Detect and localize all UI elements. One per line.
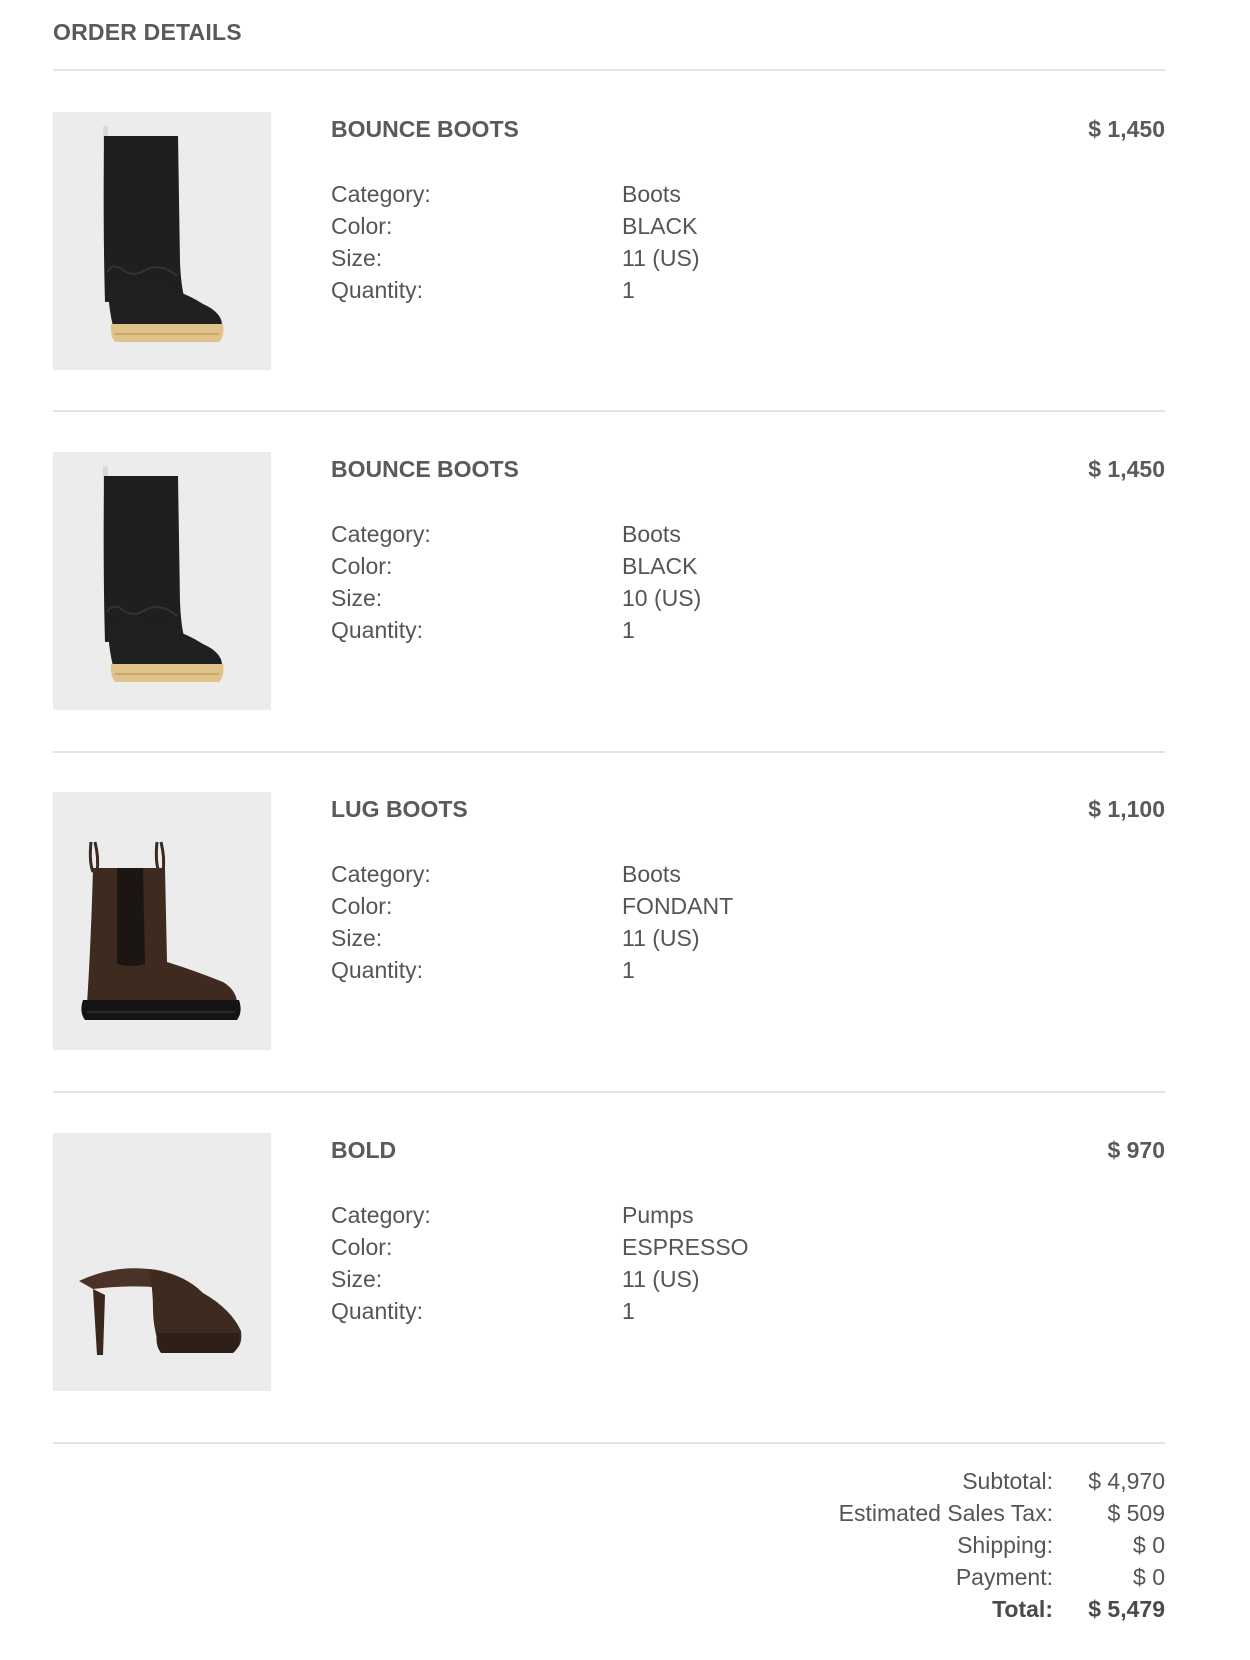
attribute-row: Category: Boots: [331, 518, 931, 550]
order-item: BOUNCE BOOTS $ 1,450 Category: Boots Col…: [53, 112, 1165, 370]
attribute-label: Color:: [331, 1234, 393, 1260]
subtotal-label: Subtotal:: [962, 1468, 1053, 1494]
divider: [53, 410, 1165, 412]
product-price: $ 1,100: [1088, 796, 1165, 822]
attribute-value: 11 (US): [622, 925, 700, 951]
attribute-row: Category: Boots: [331, 858, 931, 890]
shipping-value: $ 0: [1133, 1532, 1165, 1558]
order-item: BOUNCE BOOTS $ 1,450 Category: Boots Col…: [53, 452, 1165, 710]
grand-total-value: $ 5,479: [1088, 1596, 1165, 1622]
attribute-label: Quantity:: [331, 277, 424, 303]
attribute-label: Size:: [331, 925, 383, 951]
tall-black-boot-icon: [103, 126, 224, 342]
sales-tax-row: Estimated Sales Tax: $ 509: [565, 1497, 1165, 1529]
tall-black-boot-icon: [103, 466, 224, 682]
grand-total-label: Total:: [992, 1596, 1053, 1622]
subtotal-row: Subtotal: $ 4,970: [565, 1465, 1165, 1497]
attribute-label: Quantity:: [331, 617, 424, 643]
attribute-value: 1: [622, 957, 635, 983]
attribute-value: 1: [622, 1298, 635, 1324]
sales-tax-label: Estimated Sales Tax:: [838, 1500, 1053, 1526]
product-image[interactable]: [53, 112, 271, 370]
product-attributes: Category: Boots Color: BLACK Size: 10 (U…: [331, 518, 931, 646]
heeled-mule-icon: [79, 1268, 242, 1355]
payment-row: Payment: $ 0: [565, 1561, 1165, 1593]
attribute-row: Quantity: 1: [331, 274, 931, 306]
product-name[interactable]: BOLD: [331, 1137, 396, 1164]
attribute-label: Category:: [331, 181, 431, 207]
attribute-row: Color: BLACK: [331, 550, 931, 582]
divider: [53, 69, 1165, 71]
attribute-label: Color:: [331, 213, 393, 239]
attribute-label: Category:: [331, 1202, 431, 1228]
shipping-row: Shipping: $ 0: [565, 1529, 1165, 1561]
product-name[interactable]: LUG BOOTS: [331, 796, 468, 823]
product-price: $ 970: [1107, 1137, 1165, 1163]
attribute-value: 1: [622, 277, 635, 303]
attribute-label: Color:: [331, 893, 393, 919]
attribute-label: Category:: [331, 521, 431, 547]
divider: [53, 1091, 1165, 1093]
order-details-page: ORDER DETAILS BOUNCE BOOTS $ 1,450 Categ…: [0, 0, 1250, 1660]
payment-value: $ 0: [1133, 1564, 1165, 1590]
attribute-value: 1: [622, 617, 635, 643]
attribute-label: Quantity:: [331, 1298, 424, 1324]
attribute-row: Size: 11 (US): [331, 922, 931, 954]
payment-label: Payment:: [955, 1564, 1053, 1590]
attribute-value: ESPRESSO: [622, 1234, 749, 1260]
attribute-value: 11 (US): [622, 1266, 700, 1292]
section-title: ORDER DETAILS: [53, 19, 242, 45]
product-attributes: Category: Pumps Color: ESPRESSO Size: 11…: [331, 1199, 931, 1327]
attribute-row: Quantity: 1: [331, 954, 931, 986]
attribute-row: Color: FONDANT: [331, 890, 931, 922]
attribute-value: 10 (US): [622, 585, 702, 611]
attribute-row: Color: ESPRESSO: [331, 1231, 931, 1263]
chelsea-boot-icon: [81, 841, 241, 1020]
attribute-value: BLACK: [622, 213, 698, 239]
attribute-value: Boots: [622, 181, 681, 207]
divider: [53, 1442, 1165, 1444]
attribute-value: Boots: [622, 861, 681, 887]
grand-total-row: Total: $ 5,479: [565, 1593, 1165, 1625]
order-item: BOLD $ 970 Category: Pumps Color: ESPRES…: [53, 1133, 1165, 1391]
attribute-value: FONDANT: [622, 893, 734, 919]
attribute-value: BLACK: [622, 553, 698, 579]
attribute-row: Size: 11 (US): [331, 1263, 931, 1295]
attribute-row: Category: Pumps: [331, 1199, 931, 1231]
product-name[interactable]: BOUNCE BOOTS: [331, 456, 519, 483]
sales-tax-value: $ 509: [1107, 1500, 1165, 1526]
attribute-label: Size:: [331, 1266, 383, 1292]
product-image[interactable]: [53, 1133, 271, 1391]
attribute-row: Category: Boots: [331, 178, 931, 210]
product-attributes: Category: Boots Color: FONDANT Size: 11 …: [331, 858, 931, 986]
product-image[interactable]: [53, 792, 271, 1050]
attribute-row: Quantity: 1: [331, 614, 931, 646]
attribute-label: Color:: [331, 553, 393, 579]
shipping-label: Shipping:: [957, 1532, 1053, 1558]
order-totals: Subtotal: $ 4,970 Estimated Sales Tax: $…: [565, 1465, 1165, 1625]
attribute-row: Color: BLACK: [331, 210, 931, 242]
product-price: $ 1,450: [1088, 456, 1165, 482]
attribute-label: Quantity:: [331, 957, 424, 983]
product-price: $ 1,450: [1088, 116, 1165, 142]
attribute-row: Quantity: 1: [331, 1295, 931, 1327]
order-item: LUG BOOTS $ 1,100 Category: Boots Color:…: [53, 792, 1165, 1050]
product-attributes: Category: Boots Color: BLACK Size: 11 (U…: [331, 178, 931, 306]
product-name[interactable]: BOUNCE BOOTS: [331, 116, 519, 143]
attribute-label: Size:: [331, 585, 383, 611]
attribute-value: Boots: [622, 521, 681, 547]
attribute-row: Size: 11 (US): [331, 242, 931, 274]
divider: [53, 751, 1165, 753]
product-image[interactable]: [53, 452, 271, 710]
attribute-value: Pumps: [622, 1202, 694, 1228]
attribute-value: 11 (US): [622, 245, 700, 271]
attribute-row: Size: 10 (US): [331, 582, 931, 614]
attribute-label: Size:: [331, 245, 383, 271]
attribute-label: Category:: [331, 861, 431, 887]
subtotal-value: $ 4,970: [1088, 1468, 1165, 1494]
